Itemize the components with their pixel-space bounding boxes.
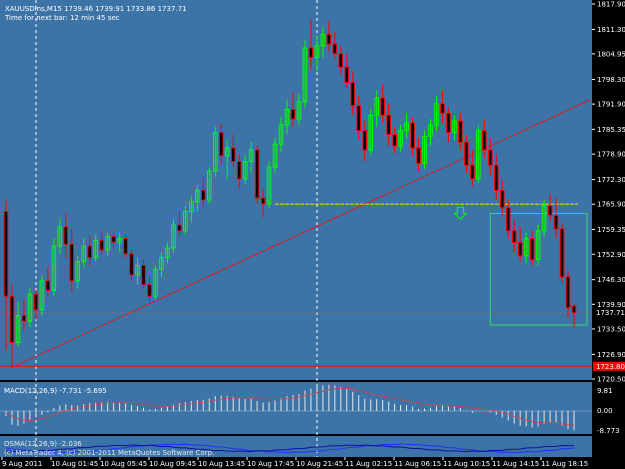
time-tick-label: 11 Aug 02:15: [345, 460, 392, 468]
candle-body[interactable]: [147, 284, 152, 297]
price-tick-label: 1720.50: [597, 376, 625, 384]
candle-body[interactable]: [440, 103, 445, 114]
osma-label: OSMA(12,26,9) -2.036: [4, 440, 82, 448]
candle-body[interactable]: [446, 112, 451, 134]
candle-body[interactable]: [123, 237, 128, 255]
candle-body[interactable]: [559, 228, 565, 278]
candle-body[interactable]: [482, 130, 487, 151]
time-tick-label: 10 Aug 05:45: [100, 460, 147, 468]
next-bar-timer: Time for next bar: 12 min 45 sec: [4, 14, 120, 22]
candle-body[interactable]: [416, 147, 421, 164]
candle-body[interactable]: [45, 280, 51, 291]
price-tick-label: 1739.90: [597, 301, 625, 309]
macd-scale-top: 9.81: [597, 387, 613, 395]
candle-body[interactable]: [553, 214, 559, 230]
price-tick-label: 1804.95: [597, 50, 625, 58]
candle-body[interactable]: [511, 230, 517, 243]
candle-body[interactable]: [177, 224, 182, 232]
candle-body[interactable]: [33, 293, 39, 311]
candle-body[interactable]: [571, 305, 577, 314]
price-tick-label: 1752.90: [597, 251, 625, 259]
price-tick-label: 1746.30: [597, 276, 625, 284]
candle-body[interactable]: [63, 226, 69, 245]
candle-body[interactable]: [529, 237, 535, 261]
time-tick-label: 10 Aug 01:45: [51, 460, 98, 468]
candle-body[interactable]: [565, 276, 571, 309]
candle-body[interactable]: [9, 295, 15, 343]
candle-body[interactable]: [464, 141, 469, 166]
candle-body[interactable]: [493, 164, 499, 191]
candle-body[interactable]: [99, 239, 104, 251]
macd-scale-zero: 0.00: [597, 407, 613, 415]
support-price-tag: 1723.80: [596, 363, 625, 371]
candle-body[interactable]: [129, 253, 134, 276]
candle-body[interactable]: [69, 243, 75, 282]
candle-body[interactable]: [338, 53, 344, 68]
candle-body[interactable]: [392, 134, 397, 147]
time-tick-label: 11 Aug 10:15: [443, 460, 490, 468]
candle-body[interactable]: [3, 211, 9, 297]
candle-body[interactable]: [230, 147, 236, 162]
price-tick-label: 1817.90: [597, 1, 625, 9]
candle-body[interactable]: [517, 241, 523, 257]
candle-body[interactable]: [344, 66, 350, 84]
candle-body[interactable]: [386, 114, 391, 136]
candle-body[interactable]: [332, 43, 338, 55]
price-tick-label: 1726.90: [597, 351, 625, 359]
candle-body[interactable]: [326, 33, 332, 45]
symbol-quote-line: XAUUSDins,M15 1739.46 1739.91 1733.86 17…: [5, 5, 187, 13]
time-tick-label: 11 Aug 06:15: [394, 460, 441, 468]
time-tick-label: 11 Aug 18:15: [541, 460, 588, 468]
time-tick-label: 10 Aug 13:45: [198, 460, 245, 468]
candle-body[interactable]: [547, 205, 553, 216]
time-tick-label: 10 Aug 21:45: [296, 460, 343, 468]
candle-body[interactable]: [141, 264, 146, 286]
chart-canvas: 1817.90 1811.30 1804.95 1798.30 1791.90 1785.…: [0, 0, 625, 469]
candle-body[interactable]: [308, 47, 314, 59]
price-tick-label: 1772.30: [597, 176, 625, 184]
time-tick-label: 10 Aug 17:45: [247, 460, 294, 468]
candle-body[interactable]: [380, 97, 385, 116]
candle-body[interactable]: [260, 197, 266, 205]
time-tick-label: 9 Aug 2011: [2, 460, 42, 468]
candle-body[interactable]: [218, 132, 224, 157]
candle-body[interactable]: [458, 120, 463, 143]
price-tick-label: 1765.90: [597, 201, 625, 209]
candle-body[interactable]: [254, 149, 260, 199]
price-tick-label: 1759.35: [597, 226, 625, 234]
candle-body[interactable]: [362, 130, 368, 151]
copyright-watermark: (c) MetaTrader 4, (c) 2001-2011 MetaQuot…: [4, 449, 214, 457]
price-tick-label: 1785.35: [597, 126, 625, 134]
last-price-tag: 1737.71: [596, 309, 625, 317]
candle-body[interactable]: [356, 105, 362, 132]
macd-scale-bottom: -8.773: [597, 427, 620, 435]
price-tick-label: 1798.30: [597, 76, 625, 84]
candle-body[interactable]: [87, 245, 92, 259]
candle-body[interactable]: [488, 149, 493, 166]
candle-body[interactable]: [350, 82, 356, 107]
price-tick-label: 1811.30: [597, 26, 625, 34]
candle-body[interactable]: [505, 207, 511, 232]
candle-body[interactable]: [290, 108, 296, 120]
candle-body[interactable]: [236, 160, 242, 180]
time-tick-label: 10 Aug 09:45: [149, 460, 196, 468]
candle-body[interactable]: [21, 314, 27, 322]
candle-body[interactable]: [111, 236, 116, 243]
time-tick-label: 11 Aug 14:15: [492, 460, 539, 468]
macd-label: MACD(12,26,9) -7.731 -5.695: [4, 387, 107, 395]
candle-body[interactable]: [410, 122, 415, 149]
candle-body[interactable]: [499, 189, 505, 209]
price-tick-label: 1791.90: [597, 101, 625, 109]
candle-body[interactable]: [201, 189, 206, 201]
candle-body[interactable]: [470, 164, 475, 180]
price-tick-label: 1778.90: [597, 151, 625, 159]
price-tick-label: 1733.50: [597, 325, 625, 333]
